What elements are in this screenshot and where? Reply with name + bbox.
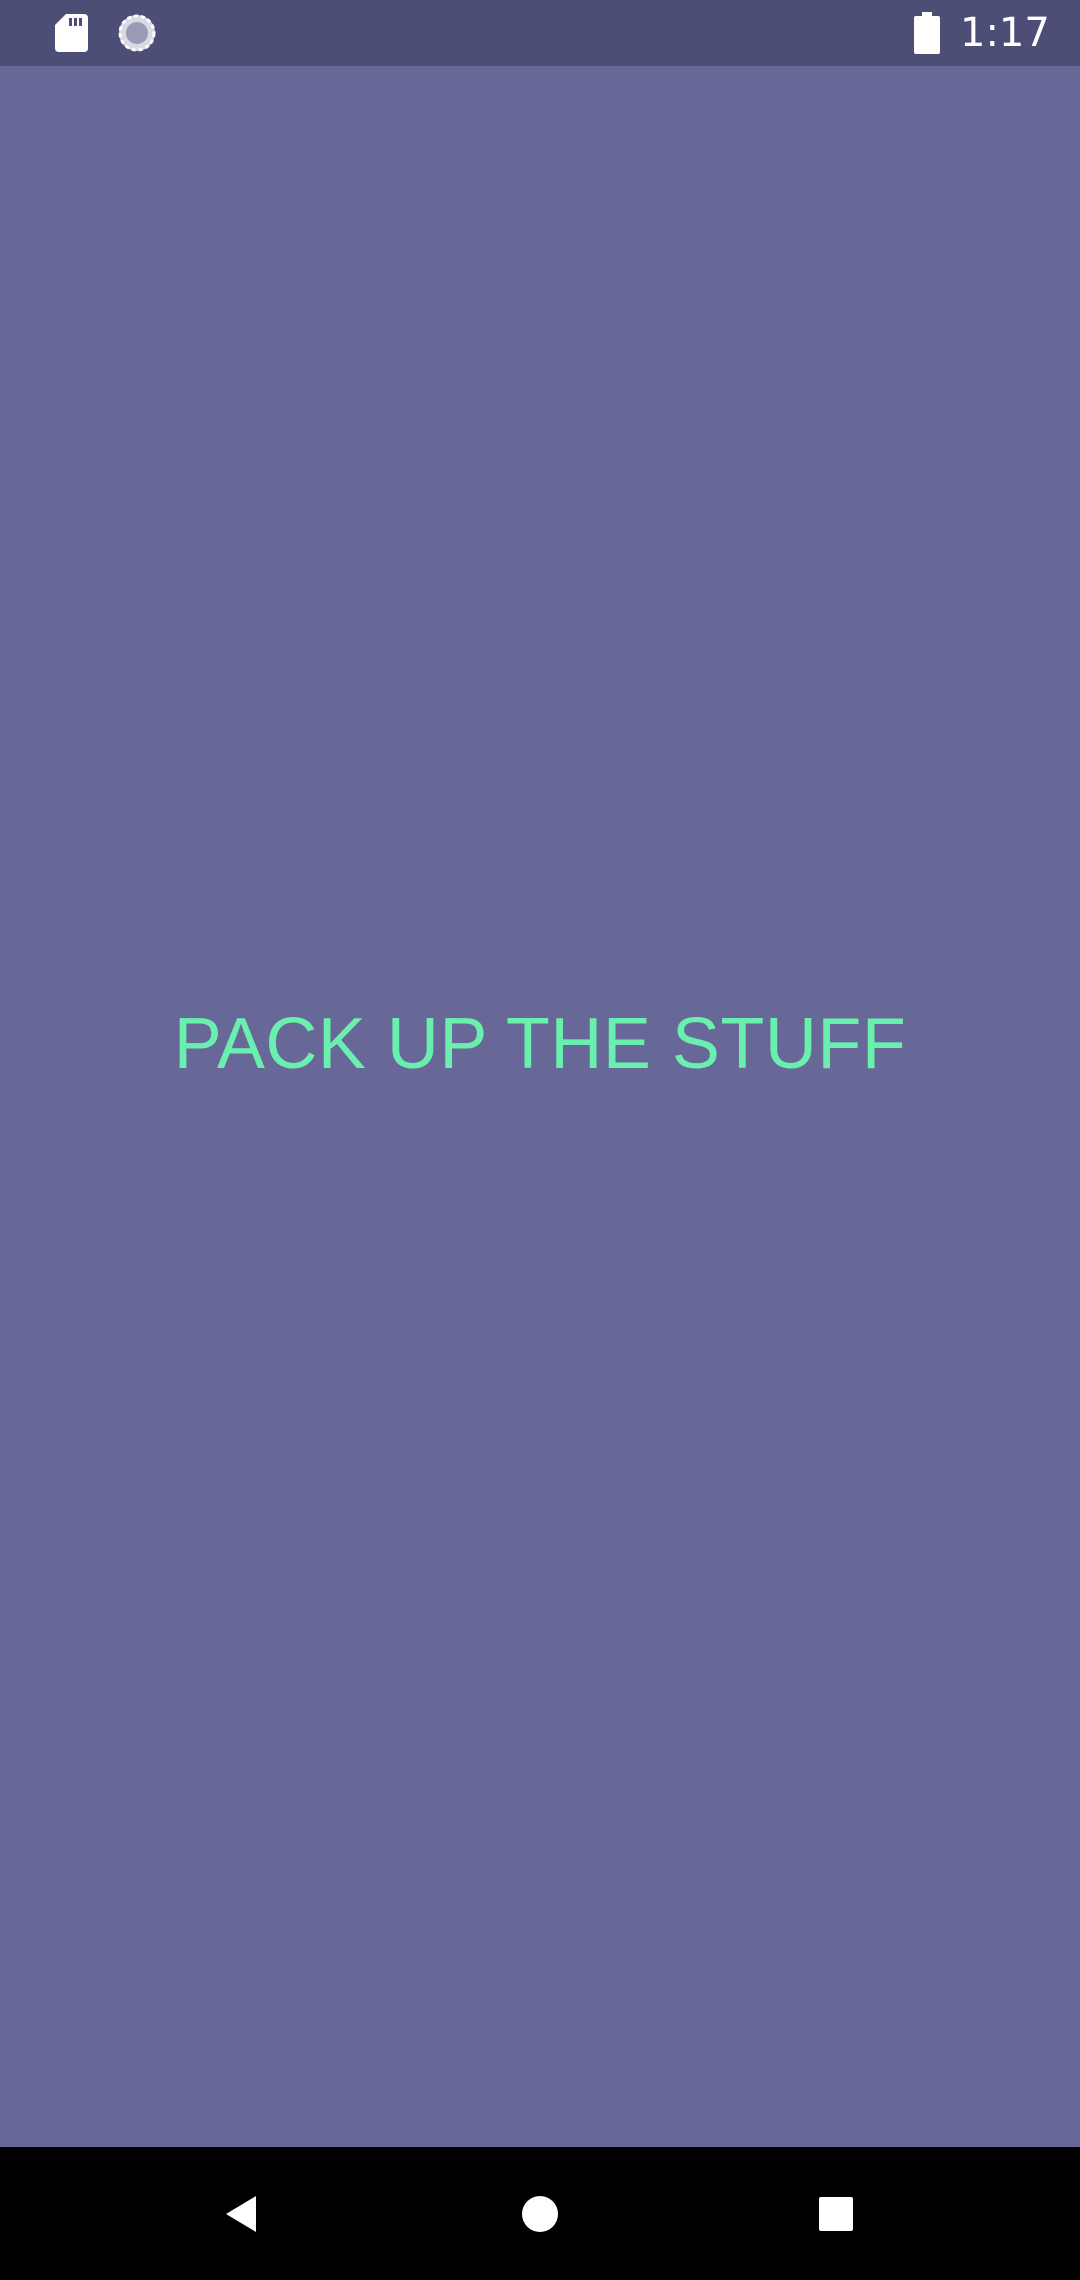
recents-icon <box>819 2196 853 2231</box>
main-screen: PACK UP THE STUFF <box>0 66 1080 2147</box>
sd-card-icon <box>55 14 88 52</box>
status-bar: 1:17 <box>0 0 1080 66</box>
loading-spinner-icon <box>118 14 156 52</box>
status-clock: 1:17 <box>960 10 1050 56</box>
home-icon <box>522 2195 558 2232</box>
back-icon <box>226 2195 256 2232</box>
recents-button[interactable] <box>776 2147 896 2280</box>
message-text: PACK UP THE STUFF <box>173 1004 907 1084</box>
battery-icon <box>914 12 940 54</box>
navigation-bar <box>0 2147 1080 2280</box>
back-button[interactable] <box>182 2147 302 2280</box>
home-button[interactable] <box>480 2147 600 2280</box>
